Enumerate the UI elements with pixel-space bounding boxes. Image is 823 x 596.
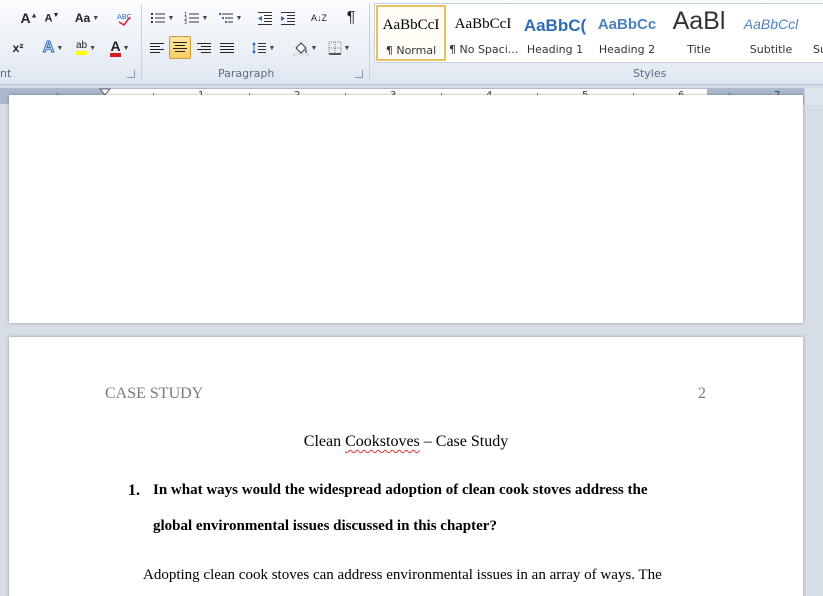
sort-icon: A↓Z — [311, 12, 328, 23]
chevron-down-icon: ▼ — [201, 14, 209, 22]
chevron-down-icon: ▼ — [235, 14, 243, 22]
document-area: CASE STUDY 2 Clean Cookstoves – Case Stu… — [0, 95, 823, 596]
page-1-bottom[interactable] — [9, 95, 803, 323]
style-sample: AaBbCcI — [382, 17, 440, 33]
grow-font-button[interactable]: A▲ — [18, 7, 40, 29]
style-sample: AaBbCcI — [454, 16, 512, 32]
show-formatting-button[interactable]: ¶ — [341, 7, 361, 29]
superscript-label: x² — [12, 41, 24, 55]
document-title[interactable]: Clean Cookstoves – Case Study — [9, 433, 803, 451]
justify-button[interactable] — [217, 37, 237, 59]
style-subtitle[interactable]: AaBbCcl Subtitle — [736, 5, 806, 61]
question-line-1[interactable]: In what ways would the widespread adopti… — [153, 482, 648, 499]
chevron-down-icon: ▼ — [92, 14, 100, 22]
chevron-down-icon: ▼ — [167, 14, 175, 22]
align-right-icon — [197, 42, 211, 54]
style-heading-1[interactable]: AaBbC( Heading 1 — [520, 5, 590, 61]
bullets-button[interactable]: ▼ — [147, 7, 177, 29]
clear-formatting-button[interactable]: ABC — [113, 7, 135, 29]
align-center-button[interactable] — [169, 36, 191, 59]
align-right-button[interactable] — [194, 37, 214, 59]
highlight-icon: ab — [75, 41, 88, 55]
align-center-icon — [173, 42, 187, 53]
pilcrow-icon: ¶ — [346, 9, 356, 26]
chevron-down-icon: ▼ — [122, 44, 130, 52]
title-text: Clean — [303, 433, 346, 450]
highlight-button[interactable]: ab ▼ — [70, 37, 102, 59]
font-color-icon: A — [110, 39, 121, 57]
increase-indent-button[interactable] — [278, 7, 298, 29]
multilevel-list-button[interactable]: ▼ — [215, 7, 245, 29]
borders-button[interactable]: ▼ — [324, 37, 354, 59]
text-effects-icon: A — [42, 39, 55, 57]
sort-button[interactable]: A↓Z — [307, 7, 329, 29]
clear-formatting-icon: ABC — [117, 13, 131, 26]
style-name: ¶ Normal — [385, 44, 437, 57]
superscript-button[interactable]: x² — [8, 37, 28, 59]
style-name: Heading 2 — [598, 43, 656, 56]
style-title[interactable]: AaBl Title — [664, 5, 734, 61]
ribbon: A▲ A▼ Aa▼ ABC x² A▼ ab▼ A▼ nt ▼ 1 2 — [0, 0, 823, 85]
style-sample: AaBbCc — [597, 16, 657, 33]
grow-font-icon: A▲ — [20, 10, 38, 26]
line-spacing-button[interactable]: ▼ — [249, 37, 277, 59]
shading-button[interactable]: ▼ — [290, 37, 320, 59]
style-sample: AaBbC( — [523, 16, 587, 35]
decrease-indent-icon — [258, 12, 272, 25]
styles-gallery: AaBbCcI ¶ Normal AaBbCcI ¶ No Spaci... A… — [374, 3, 823, 63]
style-sample: AaBbCcl — [743, 16, 799, 32]
decrease-indent-button[interactable] — [255, 7, 275, 29]
change-case-label: Aa — [74, 11, 91, 25]
font-color-button[interactable]: A ▼ — [104, 37, 136, 59]
chevron-down-icon: ▼ — [268, 44, 276, 52]
numbering-icon: 1 2 3 — [184, 12, 199, 25]
title-text: – Case Study — [419, 433, 509, 450]
chevron-down-icon: ▼ — [343, 44, 351, 52]
align-left-button[interactable] — [147, 37, 167, 59]
group-divider — [141, 4, 142, 80]
style-sample: AaBl — [672, 7, 726, 35]
group-divider — [369, 4, 370, 80]
align-left-icon — [150, 42, 164, 54]
svg-text:3: 3 — [184, 20, 187, 25]
text-effects-button[interactable]: A ▼ — [38, 37, 68, 59]
page-2[interactable]: CASE STUDY 2 Clean Cookstoves – Case Stu… — [9, 337, 803, 596]
style-name: Su — [813, 43, 823, 56]
line-spacing-icon — [251, 42, 266, 54]
style-no-spacing[interactable]: AaBbCcI ¶ No Spaci... — [448, 5, 518, 61]
font-group-label: nt — [0, 67, 12, 80]
style-name: Heading 1 — [526, 43, 584, 56]
justify-icon — [220, 42, 234, 54]
style-heading-2[interactable]: AaBbCc Heading 2 — [592, 5, 662, 61]
chevron-down-icon: ▼ — [89, 44, 97, 52]
increase-indent-icon — [281, 12, 295, 25]
chevron-down-icon: ▼ — [56, 44, 64, 52]
font-dialog-launcher-icon[interactable] — [127, 70, 135, 78]
running-head: CASE STUDY — [105, 385, 204, 402]
question-number: 1. — [128, 482, 140, 499]
style-subtle-emphasis[interactable]: Su — [808, 5, 823, 61]
styles-group-label: Styles — [633, 67, 667, 80]
page-number: 2 — [698, 385, 706, 402]
body-line-1[interactable]: Adopting clean cook stoves can address e… — [143, 567, 662, 584]
style-name: Title — [687, 43, 711, 56]
question-line-2[interactable]: global environmental issues discussed in… — [153, 518, 497, 535]
paint-bucket-icon — [293, 42, 308, 56]
paragraph-group-label: Paragraph — [218, 67, 275, 80]
shrink-font-button[interactable]: A▼ — [42, 7, 62, 29]
multilevel-list-icon — [218, 13, 233, 23]
style-name: ¶ No Spaci... — [449, 43, 517, 56]
paragraph-dialog-launcher-icon[interactable] — [355, 70, 363, 78]
misspelled-word[interactable]: Cookstoves — [345, 433, 420, 450]
change-case-button[interactable]: Aa ▼ — [72, 7, 102, 29]
numbering-button[interactable]: 1 2 3 ▼ — [181, 7, 211, 29]
bullets-icon — [150, 13, 165, 23]
shrink-font-icon: A▼ — [44, 11, 60, 25]
style-name: Subtitle — [749, 43, 793, 56]
borders-icon — [328, 41, 342, 55]
style-normal[interactable]: AaBbCcI ¶ Normal — [376, 5, 446, 61]
chevron-down-icon: ▼ — [310, 44, 318, 52]
